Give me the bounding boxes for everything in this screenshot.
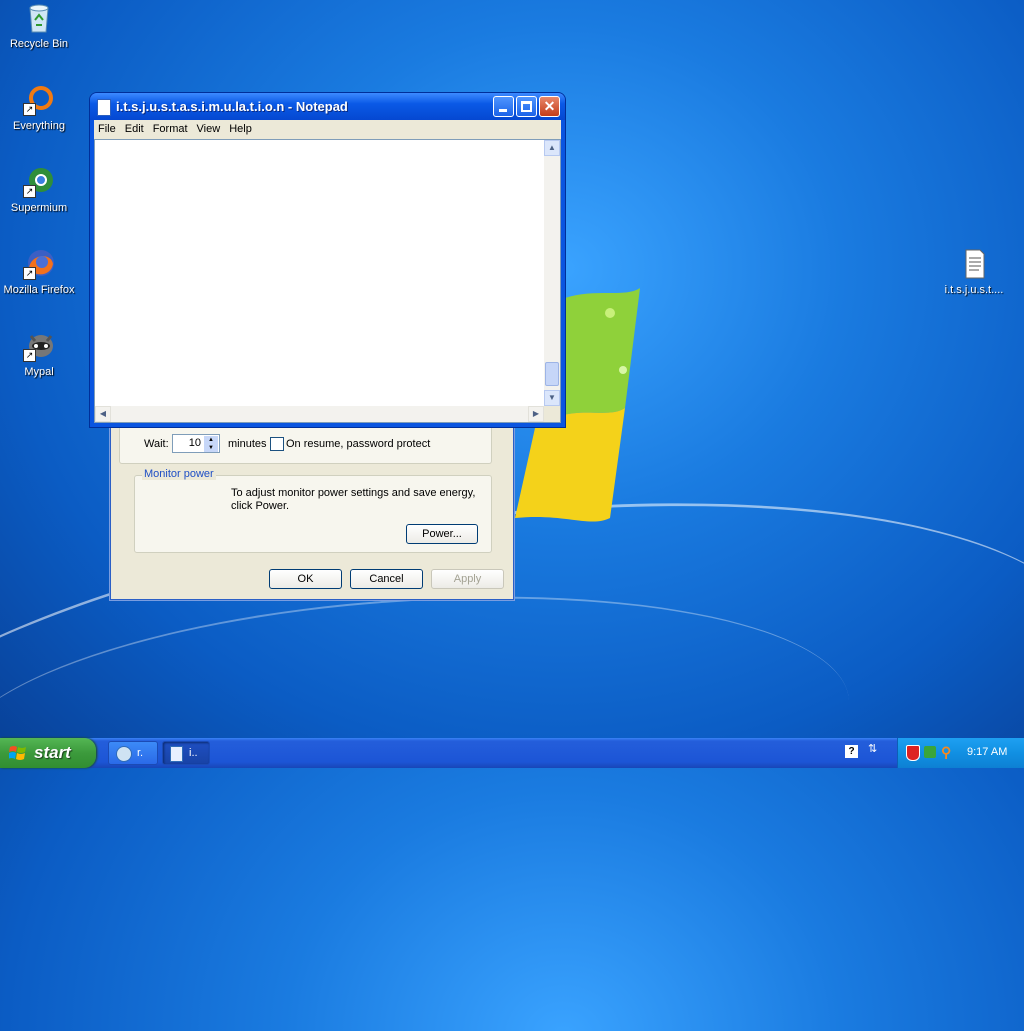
display-properties-icon: [116, 746, 132, 762]
desktop-icon-label: Everything: [13, 120, 65, 132]
menu-format[interactable]: Format: [149, 120, 193, 135]
shortcut-arrow-icon: ↗: [23, 267, 36, 280]
screen-saver-properties-dialog: Wait: 10 ▲ ▼ minutes On resume, password…: [110, 410, 514, 600]
tray-app-icon[interactable]: [924, 746, 936, 758]
desktop-icon-mypal[interactable]: ↗ Mypal: [0, 330, 78, 378]
taskbar-item-label: i..: [189, 747, 198, 759]
power-button[interactable]: Power...: [406, 524, 478, 544]
clock[interactable]: 9:17 AM: [967, 746, 1007, 758]
help-icon[interactable]: ?: [845, 745, 858, 758]
scroll-left-button[interactable]: ◀: [95, 406, 111, 422]
minutes-label: minutes: [228, 438, 267, 450]
shortcut-arrow-icon: ↗: [23, 349, 36, 362]
desktop-icon-text-file[interactable]: i.t.s.j.u.s.t....: [935, 248, 1013, 296]
wait-label: Wait:: [144, 438, 169, 450]
scroll-right-button[interactable]: ▶: [528, 406, 544, 422]
spin-down-button[interactable]: ▼: [204, 444, 218, 452]
menu-help[interactable]: Help: [225, 120, 257, 135]
network-icon[interactable]: ⇅: [868, 742, 877, 755]
taskbar: start r. i.. ? ⇅ ⚲ 9:17 AM: [0, 738, 1024, 768]
desktop-icon-label: Recycle Bin: [9, 38, 69, 50]
taskbar-item-notepad[interactable]: i..: [162, 741, 210, 765]
notepad-icon: [97, 99, 111, 116]
notepad-title-bar[interactable]: i.t.s.j.u.s.t.a.s.i.m.u.la.t.i.o.n - Not…: [90, 93, 565, 120]
vertical-scroll-thumb[interactable]: [545, 362, 559, 386]
ok-button[interactable]: OK: [269, 569, 342, 589]
start-label: start: [34, 743, 71, 762]
menu-file[interactable]: File: [94, 120, 121, 135]
resize-grip[interactable]: [544, 406, 560, 422]
apply-button[interactable]: Apply: [431, 569, 504, 589]
menu-edit[interactable]: Edit: [121, 120, 149, 135]
desktop-icon-firefox[interactable]: ↗ Mozilla Firefox: [0, 248, 78, 296]
wait-value: 10: [188, 437, 201, 449]
desktop-icon-recycle-bin[interactable]: Recycle Bin: [0, 2, 78, 50]
system-tray: ⚲ 9:17 AM: [897, 738, 1024, 768]
vertical-scrollbar[interactable]: ▲ ▼: [544, 140, 560, 406]
wait-minutes-stepper[interactable]: 10 ▲ ▼: [172, 434, 220, 453]
close-button[interactable]: ✕: [539, 96, 560, 117]
cancel-button[interactable]: Cancel: [350, 569, 423, 589]
text-file-icon: [958, 248, 990, 280]
scroll-down-button[interactable]: ▼: [544, 390, 560, 406]
firefox-icon: ↗: [23, 248, 55, 280]
desktop-icon-label: Mypal: [24, 366, 54, 378]
maximize-icon: [521, 101, 532, 112]
shortcut-arrow-icon: ↗: [23, 103, 36, 116]
notepad-title: i.t.s.j.u.s.t.a.s.i.m.u.la.t.i.o.n - Not…: [116, 99, 348, 114]
shortcut-arrow-icon: ↗: [23, 185, 36, 198]
everything-search-icon: ↗: [23, 84, 55, 116]
taskbar-item-display-properties[interactable]: r.: [108, 741, 158, 765]
search-tray-icon[interactable]: ⚲: [941, 744, 951, 761]
security-shield-icon[interactable]: [906, 745, 920, 761]
scroll-up-button[interactable]: ▲: [544, 140, 560, 156]
notepad-icon: [170, 746, 183, 762]
taskbar-item-label: r.: [137, 747, 144, 759]
notepad-window: i.t.s.j.u.s.t.a.s.i.m.u.la.t.i.o.n - Not…: [90, 93, 565, 427]
spin-up-button[interactable]: ▲: [204, 436, 218, 444]
menu-view[interactable]: View: [193, 120, 226, 135]
supermium-browser-icon: ↗: [23, 166, 55, 198]
monitor-power-title: Monitor power: [142, 468, 216, 480]
close-icon: ✕: [543, 98, 556, 114]
notepad-menu-bar: File Edit Format View Help: [94, 120, 561, 139]
notepad-text-area[interactable]: ▲ ▼ ◀ ▶: [94, 139, 561, 423]
monitor-power-description: To adjust monitor power settings and sav…: [231, 487, 476, 512]
mypal-browser-icon: ↗: [23, 330, 55, 362]
desktop-icon-label: i.t.s.j.u.s.t....: [944, 284, 1004, 296]
windows-flag-icon: [9, 746, 26, 760]
desktop-icon-supermium[interactable]: ↗ Supermium: [0, 166, 78, 214]
start-button[interactable]: start: [0, 738, 96, 768]
password-protect-label[interactable]: On resume, password protect: [286, 438, 430, 450]
password-protect-checkbox[interactable]: [270, 437, 284, 451]
desktop-icon-everything[interactable]: ↗ Everything: [0, 84, 78, 132]
maximize-button[interactable]: [516, 96, 537, 117]
desktop-icon-label: Supermium: [10, 202, 68, 214]
horizontal-scrollbar[interactable]: ◀ ▶: [95, 406, 544, 422]
desktop-icon-label: Mozilla Firefox: [3, 284, 75, 296]
recycle-bin-icon: [23, 2, 55, 34]
minimize-icon: [499, 109, 507, 112]
minimize-button[interactable]: [493, 96, 514, 117]
